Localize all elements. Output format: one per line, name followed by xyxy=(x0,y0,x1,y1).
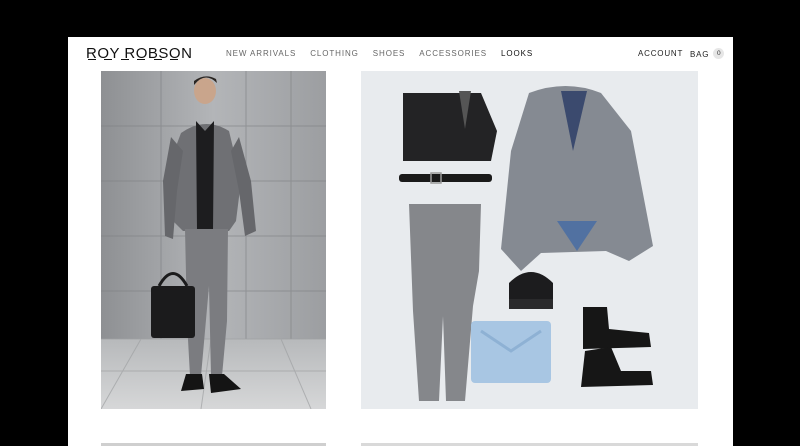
account-link[interactable]: ACCOUNT xyxy=(638,49,683,58)
nav-item-looks[interactable]: LOOKS xyxy=(501,49,533,58)
main-nav: NEW ARRIVALS CLOTHING SHOES ACCESSORIES … xyxy=(226,49,533,58)
site-header: ROY ROBSON NEW ARRIVALS CLOTHING SHOES A… xyxy=(68,37,733,71)
nav-item-shoes[interactable]: SHOES xyxy=(373,49,406,58)
nav-item-clothing[interactable]: CLOTHING xyxy=(310,49,359,58)
nav-item-accessories[interactable]: ACCESSORIES xyxy=(419,49,487,58)
bag-label: BAG xyxy=(690,49,710,59)
nav-item-new-arrivals[interactable]: NEW ARRIVALS xyxy=(226,49,296,58)
look-flatlay-photo[interactable] xyxy=(361,71,698,409)
bag-count-badge: 0 xyxy=(713,48,725,59)
page: ROY ROBSON NEW ARRIVALS CLOTHING SHOES A… xyxy=(68,37,733,446)
logo-underline xyxy=(88,58,178,62)
look-model-photo[interactable] xyxy=(101,71,326,409)
bag-button[interactable]: BAG 0 xyxy=(690,48,725,59)
